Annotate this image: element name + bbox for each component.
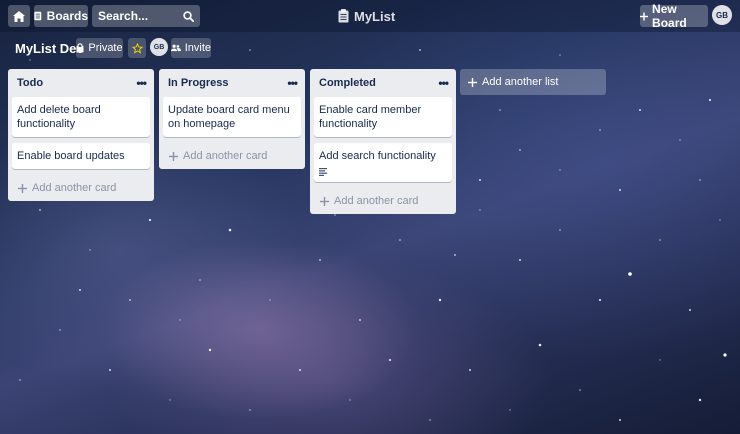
list-title[interactable]: Todo [17,77,43,89]
search-box[interactable] [92,5,200,27]
add-list-label: Add another list [482,76,559,88]
app-logo[interactable]: MyList [338,7,395,25]
home-icon [13,10,25,22]
list-title[interactable]: Completed [319,77,376,89]
visibility-label: Private [88,42,123,54]
board-member-avatar[interactable]: GB [150,38,168,56]
board-title[interactable]: MyList Dev [15,41,84,56]
add-card-label: Add another card [32,182,117,194]
invite-button[interactable]: Invite [171,38,211,58]
add-card-label: Add another card [334,195,419,207]
card-title: Enable card member functionality [319,104,422,130]
card-title: Add delete board functionality [17,104,101,130]
home-button[interactable] [8,5,30,27]
list-header: Todo ••• [8,69,154,97]
list-header: Completed ••• [310,69,456,97]
app-title: MyList [354,8,396,24]
add-card-button[interactable]: Add another card [8,175,154,201]
list-todo: Todo ••• Add delete board functionality … [8,69,154,201]
more-icon[interactable]: ••• [136,76,147,90]
plus-icon [640,11,649,21]
search-icon[interactable] [183,10,194,22]
add-card-button[interactable]: Add another card [159,143,305,169]
card-title: Update board card menu on homepage [168,104,290,130]
more-icon[interactable]: ••• [438,76,449,90]
board-icon [34,11,42,21]
people-icon [171,44,181,52]
card-title: Enable board updates [17,150,125,162]
list-card[interactable]: Enable board updates [12,143,150,169]
add-card-button[interactable]: Add another card [310,188,456,214]
star-board-button[interactable] [128,38,146,58]
list-completed: Completed ••• Enable card member functio… [310,69,456,214]
list-header: In Progress ••• [159,69,305,97]
plus-icon [18,183,27,193]
user-avatar[interactable]: GB [712,5,732,25]
plus-icon [468,77,477,87]
description-icon [319,168,327,176]
list-in-progress: In Progress ••• Update board card menu o… [159,69,305,169]
lock-icon [76,43,84,53]
top-header: Boards MyList New Board GB [0,0,740,32]
boards-button[interactable]: Boards [34,5,88,27]
list-title[interactable]: In Progress [168,77,229,89]
search-input[interactable] [98,9,178,23]
list-card[interactable]: Add search functionality [314,143,452,182]
more-icon[interactable]: ••• [287,76,298,90]
add-list-button[interactable]: Add another list [460,69,606,95]
plus-icon [169,151,178,161]
starfield-background [19,49,727,421]
list-card[interactable]: Enable card member functionality [314,97,452,137]
star-icon [131,42,143,54]
plus-icon [320,196,329,206]
add-card-label: Add another card [183,150,268,162]
visibility-button[interactable]: Private [76,38,123,58]
new-board-label: New Board [652,2,687,30]
card-title: Add search functionality [319,150,436,162]
clipboard-icon [338,9,349,23]
invite-label: Invite [184,42,211,54]
list-card[interactable]: Add delete board functionality [12,97,150,137]
new-board-button[interactable]: New Board [640,2,708,30]
list-card[interactable]: Update board card menu on homepage [163,97,301,137]
boards-label: Boards [46,9,88,23]
